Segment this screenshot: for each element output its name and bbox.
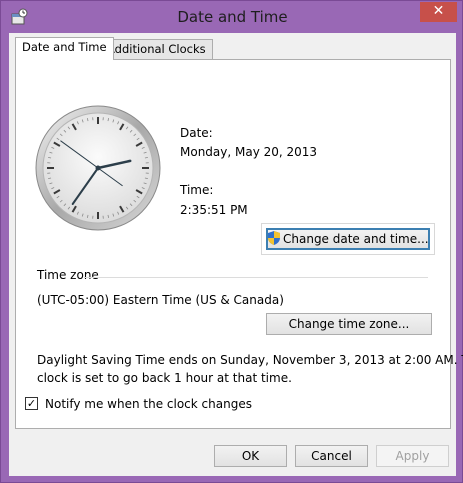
tab-date-and-time[interactable]: Date and Time <box>15 37 114 60</box>
time-value: 2:35:51 PM <box>180 203 248 217</box>
title-bar: Date and Time ✕ <box>1 1 463 33</box>
dialog-window: Date and Time ✕ Date and Time Additional… <box>0 0 463 483</box>
cancel-button[interactable]: Cancel <box>295 445 368 467</box>
time-zone-heading: Time zone <box>37 268 99 282</box>
close-icon: ✕ <box>432 3 445 19</box>
time-zone-value: (UTC-05:00) Eastern Time (US & Canada) <box>37 293 284 307</box>
change-date-time-button[interactable]: Change date and time... <box>266 228 430 250</box>
analog-clock <box>35 105 161 231</box>
date-label: Date: <box>180 126 213 140</box>
close-button[interactable]: ✕ <box>420 2 457 22</box>
notify-checkbox-label[interactable]: Notify me when the clock changes <box>45 397 252 411</box>
checkmark-icon: ✓ <box>26 397 37 410</box>
notify-checkbox[interactable]: ✓ <box>25 397 38 410</box>
change-date-time-label: Change date and time... <box>283 232 429 246</box>
dst-info-line-1: Daylight Saving Time ends on Sunday, Nov… <box>37 353 463 367</box>
uac-shield-icon <box>268 231 280 245</box>
dst-info-line-2: clock is set to go back 1 hour at that t… <box>37 371 292 385</box>
tab-panel: Date: Monday, May 20, 2013 Time: 2:35:51… <box>15 59 463 429</box>
tab-additional-clocks[interactable]: Additional Clocks <box>100 39 213 59</box>
dialog-footer: OK Cancel Apply <box>9 433 456 476</box>
window-title: Date and Time <box>177 8 288 26</box>
date-value: Monday, May 20, 2013 <box>180 145 318 159</box>
time-label: Time: <box>180 183 214 197</box>
dialog-client-area: Date and Time Additional Clocks Date: Mo… <box>9 33 463 476</box>
ok-button[interactable]: OK <box>214 445 287 467</box>
apply-button[interactable]: Apply <box>376 445 449 467</box>
change-time-zone-button[interactable]: Change time zone... <box>266 313 432 335</box>
time-zone-divider <box>84 277 428 278</box>
